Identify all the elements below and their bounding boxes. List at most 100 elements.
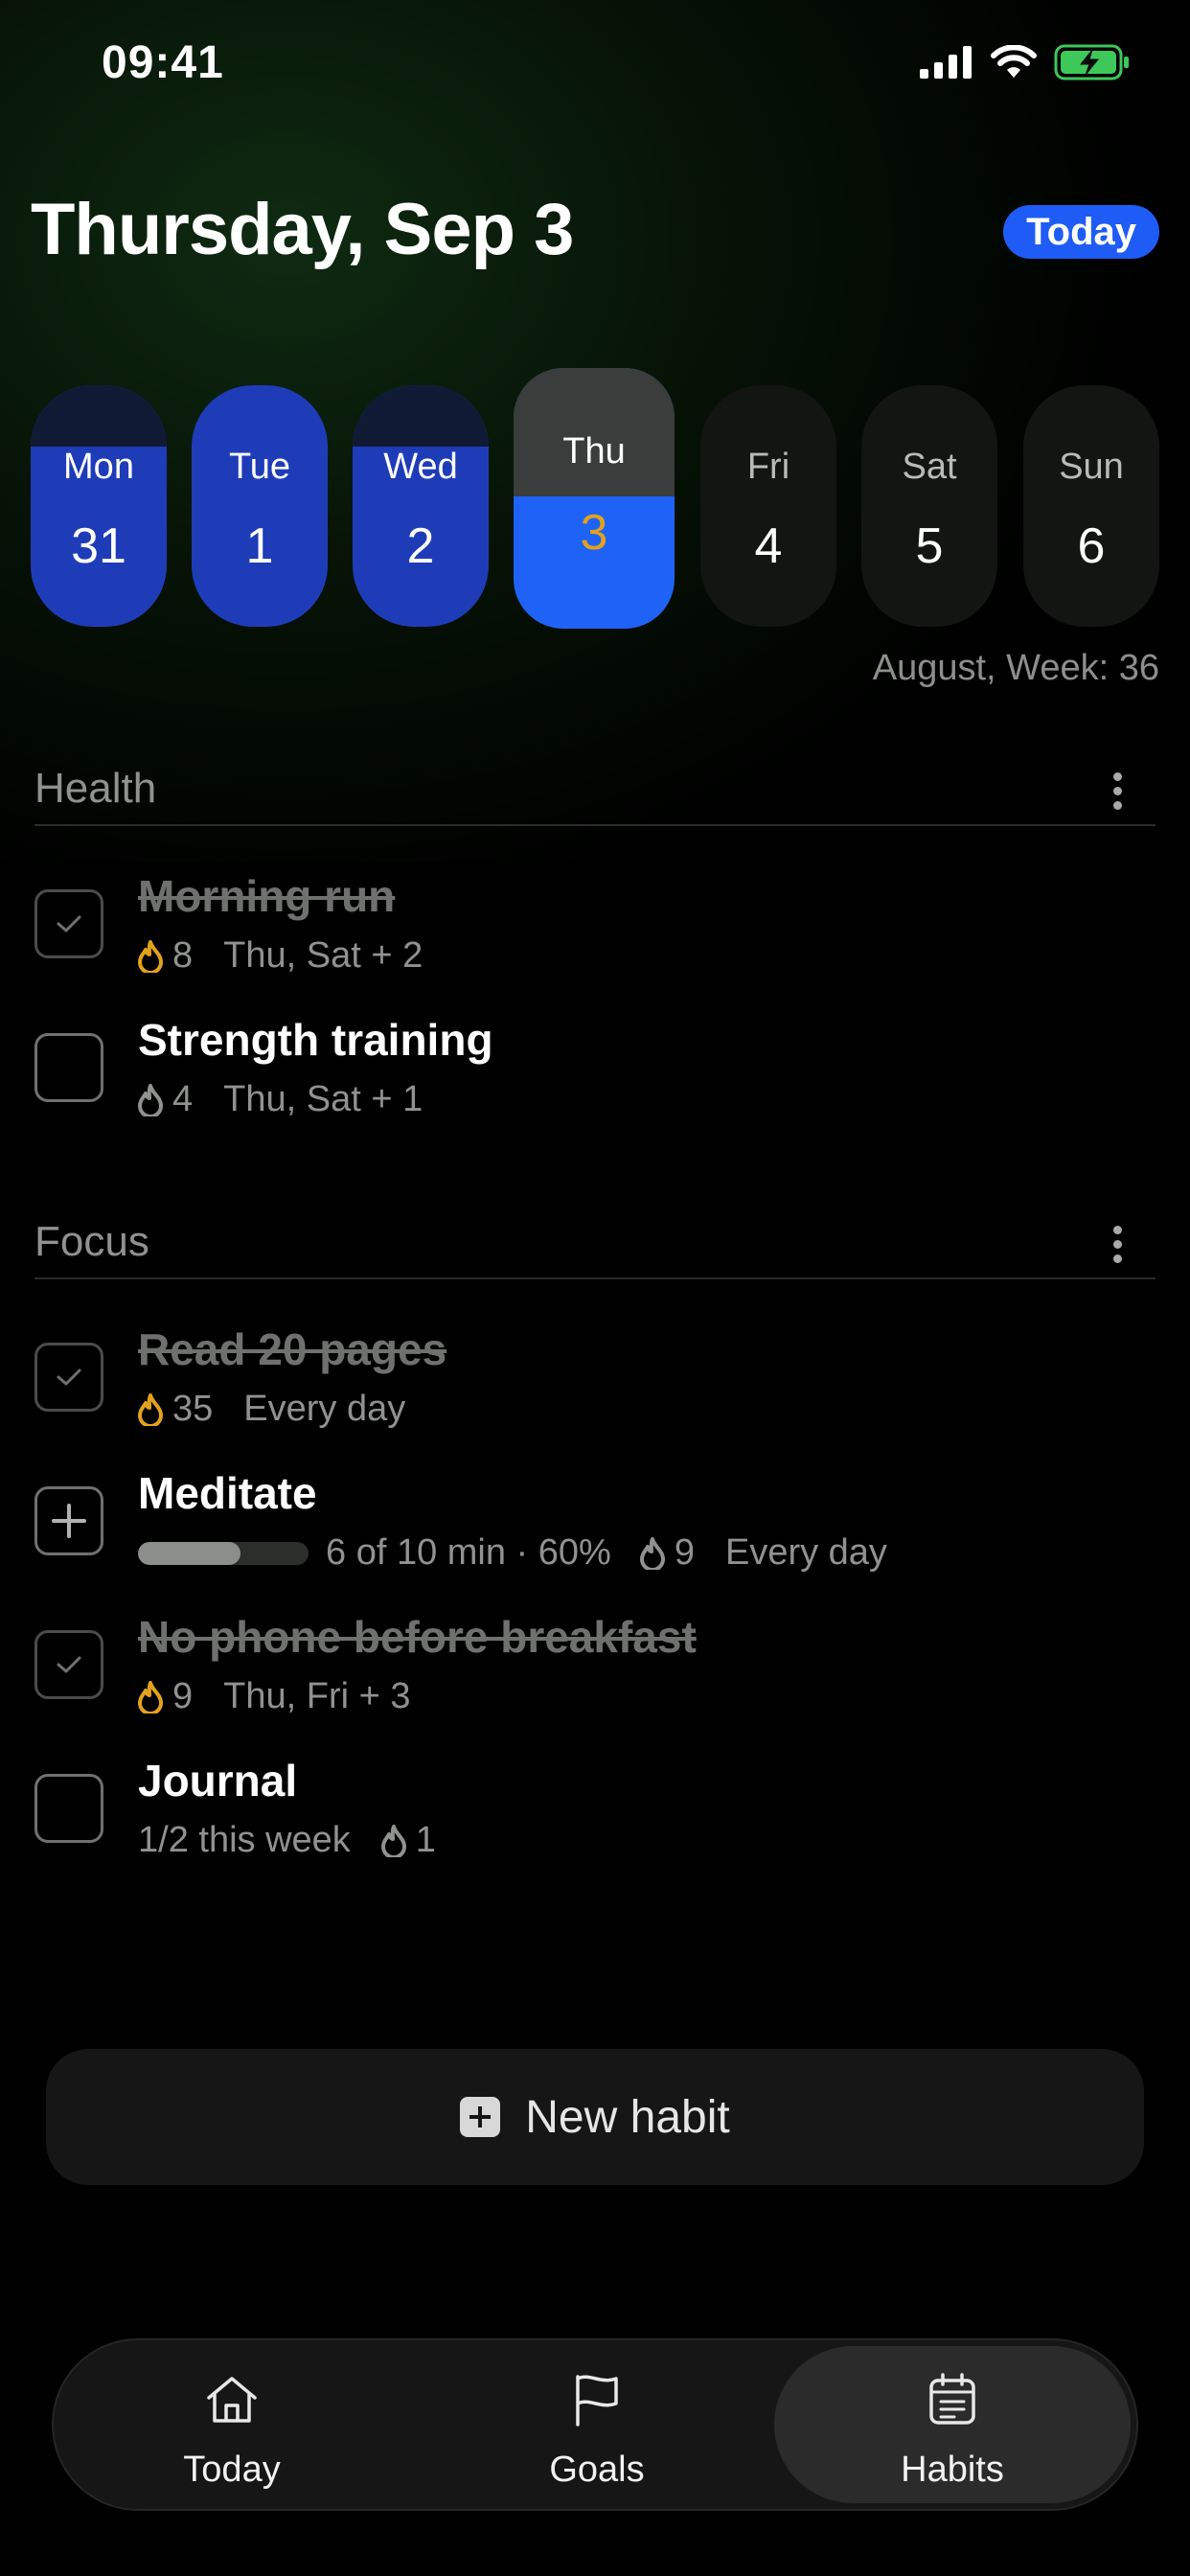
day-name: Mon [63,447,134,487]
tab-today[interactable]: Today [54,2346,410,2503]
tab-bar: Today Goals Habits [52,2338,1138,2511]
habit-meta: 9 Thu, Fri + 3 [138,1676,410,1717]
streak-count: 1 [415,1820,436,1860]
habit-checkbox[interactable] [34,1343,103,1412]
habit-row[interactable]: Strength training 4 Thu, Sat + 1 [34,1006,1156,1131]
streak-count: 4 [172,1079,194,1119]
habit-schedule: Thu, Sat + 1 [223,1079,423,1119]
increment-button[interactable] [34,1486,103,1555]
day-sun[interactable]: Sun 6 [1023,385,1159,627]
section-title: Focus [34,1218,149,1265]
streak-flame-icon [138,939,163,973]
day-cap [31,385,167,447]
week-label: August, Week: 36 [872,648,1159,688]
day-name: Sat [902,447,957,487]
weekly-progress: 1/2 this week [138,1820,351,1860]
today-button[interactable]: Today [1003,205,1159,259]
habit-name: Morning run [138,871,396,921]
calendar-list-icon [929,2373,975,2425]
plus-icon [52,1504,86,1538]
streak-flame-icon [639,1536,665,1570]
day-number: 31 [71,518,126,574]
page-title: Thursday, Sep 3 [31,189,574,270]
more-options-icon[interactable] [1108,1226,1127,1268]
plus-square-icon [460,2097,501,2137]
habit-schedule: Thu, Fri + 3 [223,1676,411,1716]
day-name: Wed [383,447,458,487]
section-title: Health [34,765,157,812]
streak-count: 35 [172,1389,214,1429]
cellular-signal-icon [920,46,972,79]
new-habit-button[interactable]: New habit [46,2049,1144,2185]
home-icon [207,2377,257,2423]
day-name: Sun [1059,447,1124,487]
habit-meta: 4 Thu, Sat + 1 [138,1079,423,1120]
habit-name: Journal [138,1756,298,1806]
habit-schedule: Every day [724,1532,887,1573]
day-mon[interactable]: Mon 31 [31,385,167,627]
status-bar: 09:41 [0,0,1190,134]
habit-schedule: Every day [243,1389,406,1429]
day-tue[interactable]: Tue 1 [192,385,328,627]
habit-row[interactable]: Morning run 8 Thu, Sat + 2 [34,862,1156,987]
day-cap [353,385,489,447]
streak-flame-icon [138,1083,163,1116]
habit-meta: 6 of 10 min · 60% 9 Every day [138,1532,887,1574]
tab-label: Goals [549,2450,645,2490]
status-icons [920,44,1131,80]
progress-fill [138,1541,240,1565]
day-number: 2 [406,518,435,574]
habit-checkbox[interactable] [34,889,103,958]
section-header-focus: Focus [34,1203,1156,1279]
checkmark-icon [57,1368,81,1386]
habit-meta: 1/2 this week 1 [138,1820,436,1861]
day-number: 3 [580,505,608,561]
section-header-health: Health [34,749,1156,826]
day-sat[interactable]: Sat 5 [861,385,997,627]
week-day-strip: Mon 31 Tue 1 Wed 2 Thu 3 Fri 4 Sat 5 Sun… [31,368,1159,636]
day-fri[interactable]: Fri 4 [700,385,836,627]
more-options-icon[interactable] [1108,772,1127,815]
habit-checkbox[interactable] [34,1033,103,1102]
status-time: 09:41 [102,37,224,88]
habit-checkbox[interactable] [34,1774,103,1843]
day-thu-selected[interactable]: Thu 3 [514,368,675,629]
wifi-icon [991,45,1037,78]
day-number: 1 [245,518,274,574]
day-name: Fri [746,447,790,487]
habit-meta: 8 Thu, Sat + 2 [138,935,423,977]
streak-flame-icon [138,1392,163,1426]
streak-flame-icon [138,1680,163,1714]
habit-name: Strength training [138,1015,493,1065]
habit-name: No phone before breakfast [138,1612,697,1662]
day-name: Tue [228,447,291,487]
streak-count: 8 [172,935,194,976]
tab-habits[interactable]: Habits [774,2346,1131,2503]
habit-row[interactable]: No phone before breakfast 9 Thu, Fri + 3 [34,1603,1156,1728]
streak-flame-icon [380,1824,406,1857]
checkmark-icon [57,915,81,932]
habit-row[interactable]: Journal 1/2 this week 1 [34,1747,1156,1872]
streak-count: 9 [674,1532,695,1573]
day-wed[interactable]: Wed 2 [353,385,489,627]
day-number: 5 [915,518,944,574]
day-number: 4 [754,518,783,574]
habit-row[interactable]: Meditate 6 of 10 min · 60% 9 Every day [34,1460,1156,1584]
progress-text: 6 of 10 min · 60% [326,1532,611,1573]
new-habit-label: New habit [525,2091,730,2143]
tab-label: Today [183,2450,281,2490]
day-number: 6 [1077,518,1106,574]
tab-label: Habits [901,2450,1004,2490]
day-name: Thu [562,431,626,472]
habit-checkbox[interactable] [34,1630,103,1699]
habit-name: Meditate [138,1468,317,1518]
battery-charging-icon [1054,44,1129,80]
habit-meta: 35 Every day [138,1389,405,1430]
habit-row[interactable]: Read 20 pages 35 Every day [34,1316,1156,1440]
habit-name: Read 20 pages [138,1324,447,1374]
header: Thursday, Sep 3 Today [31,188,1159,274]
streak-count: 9 [172,1676,194,1716]
tab-goals[interactable]: Goals [419,2346,775,2503]
habit-schedule: Thu, Sat + 2 [223,935,423,976]
flag-icon [576,2375,618,2426]
